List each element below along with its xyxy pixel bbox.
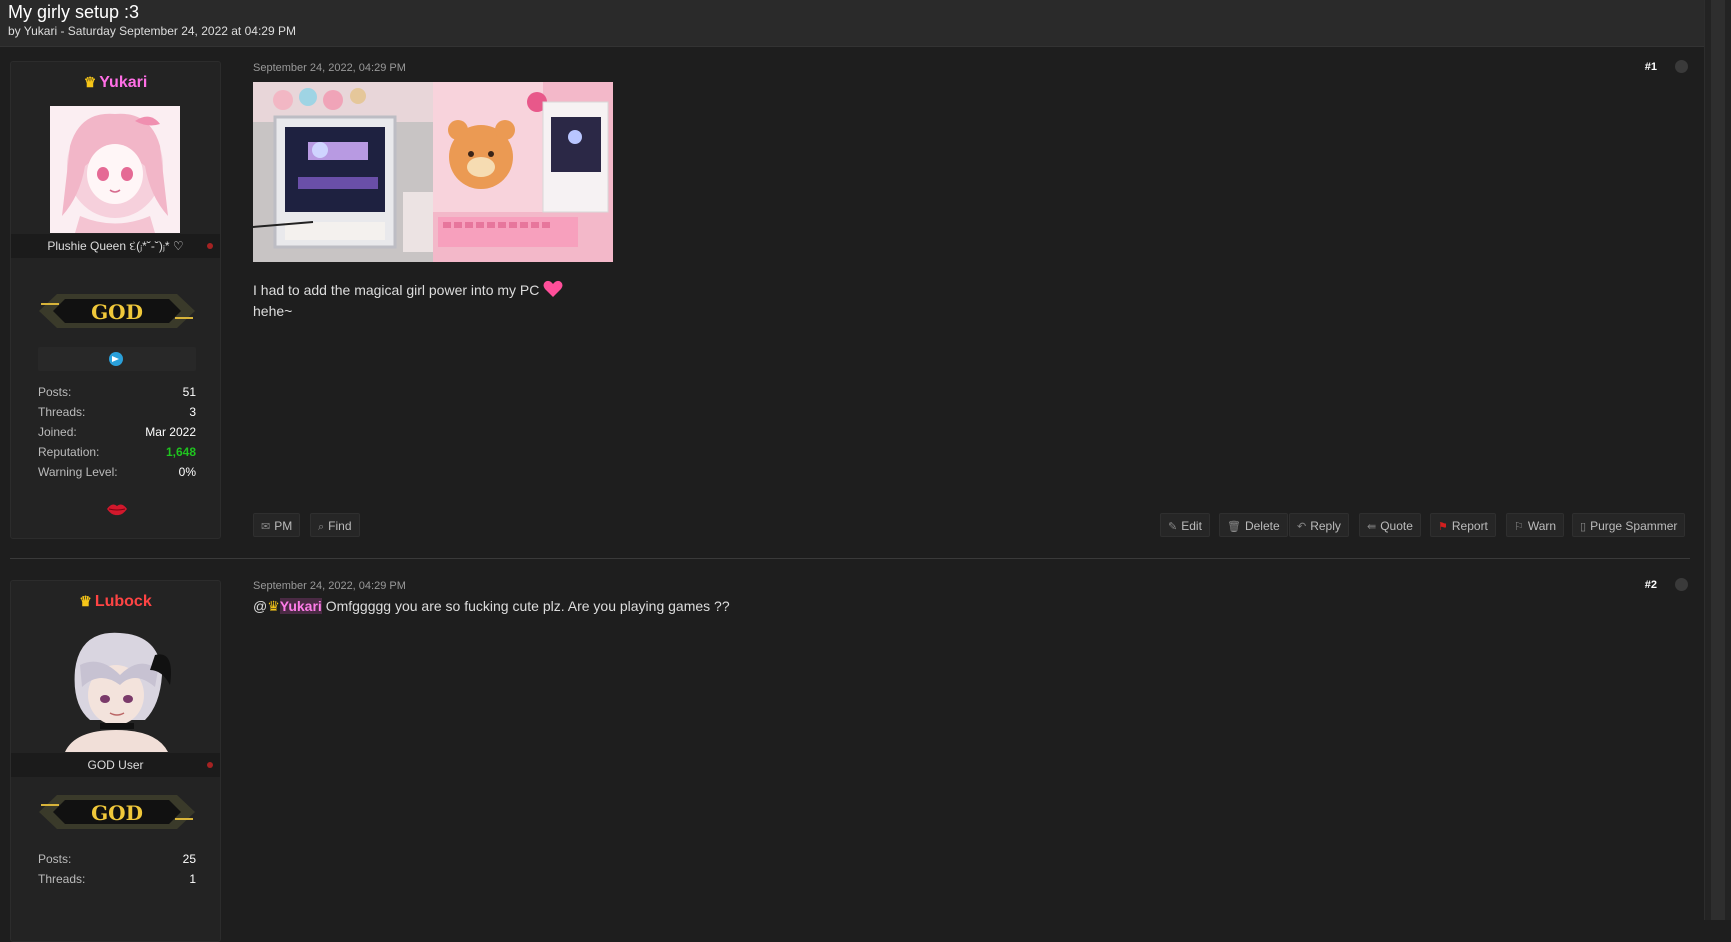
user-stats: Posts: 51 Threads: 3 Joined: Mar 2022 Reput… (38, 382, 196, 482)
stat-warning-level: Warning Level: 0% (38, 465, 196, 479)
post-content: September 24, 2022, 04:29 PM #1 I had to… (253, 60, 1688, 540)
post-separator (10, 558, 1690, 559)
post-1: ♛Yukari Plushie Queen દ(ⱼ*˘-˘)ⱼ* ♡ GOD (0, 0, 1705, 560)
user-title-bar: GOD User (11, 753, 220, 777)
edit-button[interactable]: ✎ Edit (1160, 513, 1210, 537)
crown-icon: ♛ (267, 598, 280, 614)
lips-icon (107, 504, 127, 516)
username[interactable]: ♛ Lubock (11, 593, 220, 611)
social-links (38, 347, 196, 371)
warn-button[interactable]: ⚐ Warn (1506, 513, 1565, 537)
flag-icon: ⚑ (1438, 521, 1448, 533)
stat-threads: Threads: 1 (38, 872, 196, 886)
post-body: I had to add the magical girl power into… (253, 280, 563, 322)
rank-badge-text: GOD (91, 300, 143, 324)
rank-badge-text: GOD (91, 801, 143, 825)
quote-icon: ⇚ (1367, 521, 1377, 533)
envelope-icon: ✉ (261, 521, 271, 533)
search-icon: ⌕ (318, 521, 325, 533)
user-mention[interactable]: Yukari (279, 598, 322, 614)
user-panel: ♛ Lubock GOD User GOD Posts: 25 Threads:… (10, 580, 221, 942)
stat-threads: Threads: 3 (38, 405, 196, 419)
avatar[interactable] (50, 106, 180, 233)
stat-reputation: Reputation: 1,648 (38, 445, 196, 459)
find-button[interactable]: ⌕ Find (310, 513, 360, 537)
pm-button[interactable]: ✉ PM (253, 513, 301, 537)
post-date[interactable]: September 24, 2022, 04:29 PM (253, 580, 406, 592)
god-rank-badge: GOD (39, 795, 195, 829)
trash-icon: 🗑 (1227, 521, 1241, 533)
god-rank-badge: GOD (39, 294, 195, 328)
post-number[interactable]: #2 (1645, 579, 1657, 591)
flag-outline-icon: ⚐ (1514, 521, 1524, 533)
reply-icon: ↶ (1297, 521, 1307, 533)
username[interactable]: ♛ Yukari (11, 74, 220, 92)
user-panel: ♛Yukari Plushie Queen દ(ⱼ*˘-˘)ⱼ* ♡ GOD (10, 61, 221, 539)
telegram-icon[interactable] (109, 352, 123, 366)
post-select-circle[interactable] (1675, 60, 1688, 73)
delete-button[interactable]: 🗑 Delete (1219, 513, 1288, 537)
stat-joined: Joined: Mar 2022 (38, 425, 196, 439)
user-title-bar: Plushie Queen દ(ⱼ*˘-˘)ⱼ* ♡ (11, 234, 220, 258)
avatar[interactable] (50, 625, 180, 752)
post-date[interactable]: September 24, 2022, 04:29 PM (253, 62, 406, 74)
report-button[interactable]: ⚑ Report (1430, 513, 1496, 537)
user-stats: Posts: 25 Threads: 1 (38, 849, 196, 889)
post-body: @♛Yukari Omfggggg you are so fucking cut… (253, 598, 730, 614)
quote-button[interactable]: ⇚ Quote (1359, 513, 1421, 537)
post-select-circle[interactable] (1675, 578, 1688, 591)
crown-icon: ♛ (83, 74, 97, 90)
post-image[interactable] (253, 82, 613, 262)
heart-icon (543, 280, 563, 297)
purge-spammer-button[interactable]: ▯ Purge Spammer (1572, 513, 1686, 537)
post-content: September 24, 2022, 04:29 PM #2 @♛Yukari… (253, 578, 1688, 878)
trash-icon: ▯ (1580, 521, 1587, 533)
scrollbar[interactable] (1704, 0, 1731, 920)
user-title: Plushie Queen દ(ⱼ*˘-˘)ⱼ* ♡ (47, 239, 184, 253)
offline-status-dot (207, 243, 213, 249)
user-title: GOD User (87, 758, 144, 772)
offline-status-dot (207, 762, 213, 768)
crown-icon: ♛ (79, 593, 92, 609)
stat-posts: Posts: 25 (38, 852, 196, 866)
stat-posts: Posts: 51 (38, 385, 196, 399)
scrollbar-thumb[interactable] (1711, 0, 1725, 920)
reply-button[interactable]: ↶ Reply (1289, 513, 1349, 537)
pencil-icon: ✎ (1168, 521, 1178, 533)
post-number[interactable]: #1 (1645, 61, 1657, 73)
post-2: ♛ Lubock GOD User GOD Posts: 25 Threads:… (0, 560, 1705, 942)
